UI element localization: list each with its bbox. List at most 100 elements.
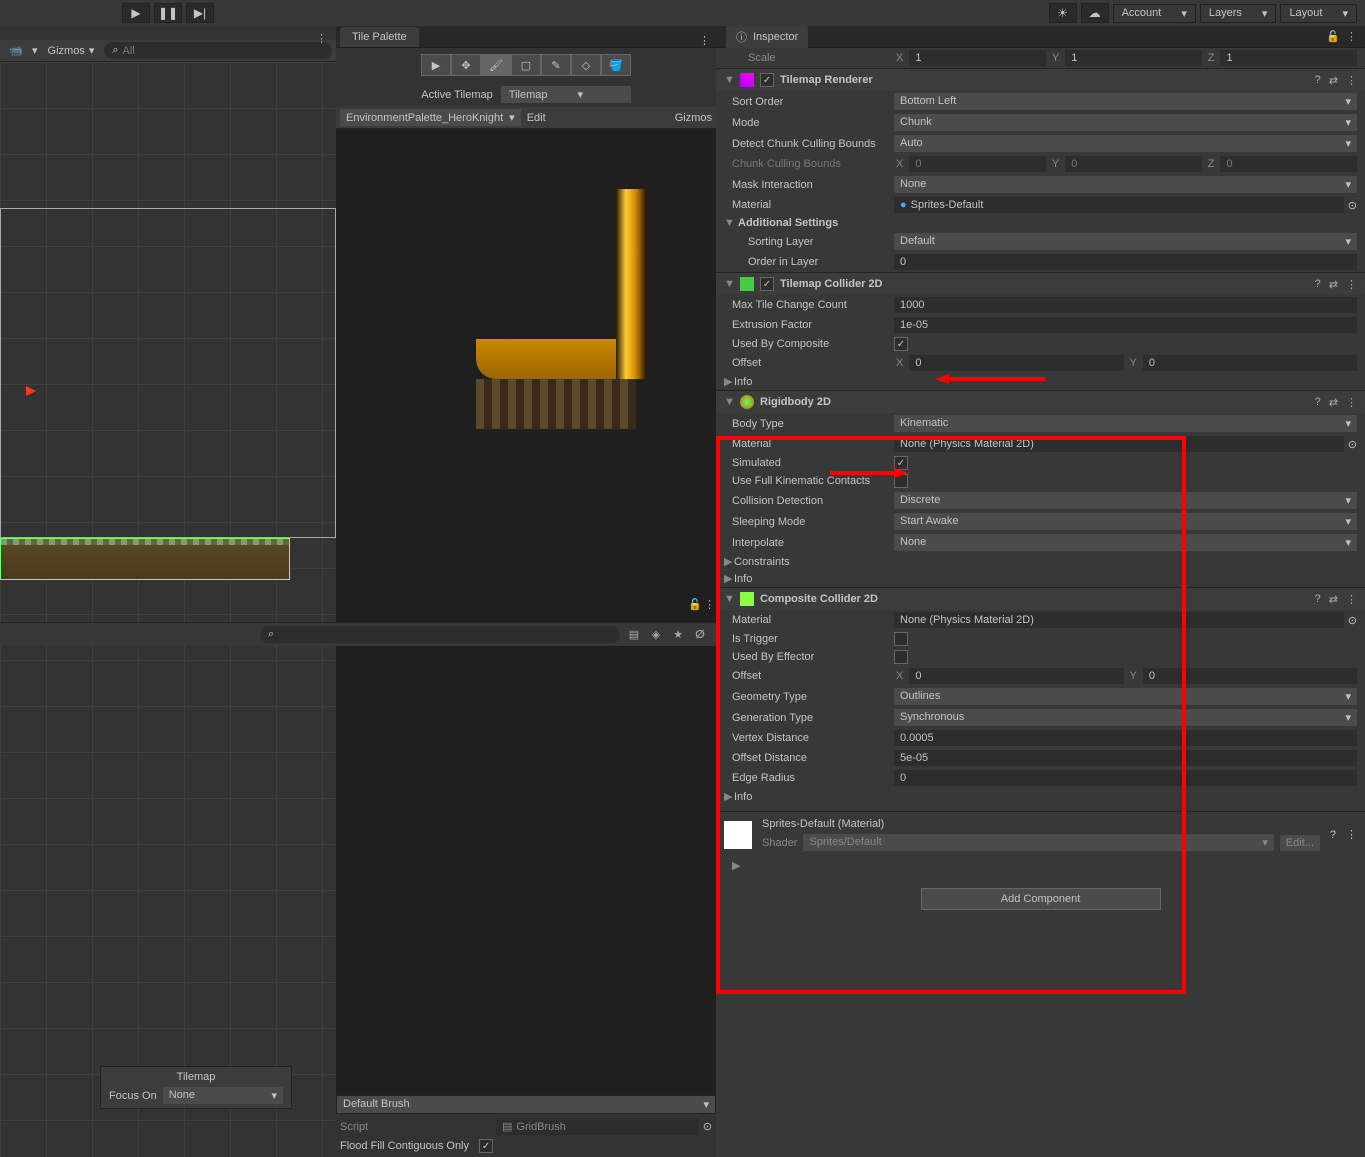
- move-tool[interactable]: ✥: [451, 54, 481, 76]
- gizmos-dropdown[interactable]: Gizmos ▾: [42, 42, 101, 59]
- scene-search[interactable]: ⌕ All: [104, 42, 332, 59]
- palette-dropdown[interactable]: EnvironmentPalette_HeroKnight▾: [340, 109, 521, 126]
- is-trigger-checkbox[interactable]: [894, 632, 908, 646]
- shader-dropdown[interactable]: Sprites/Default▾: [803, 834, 1273, 851]
- detect-dropdown[interactable]: Auto▾: [894, 135, 1357, 152]
- tilemap-renderer-header[interactable]: ▼ Tilemap Renderer ?⇄⋮: [716, 68, 1365, 91]
- panel-menu-icon-3[interactable]: ⋮: [316, 32, 327, 45]
- lock-icon[interactable]: 🔓: [1326, 30, 1340, 43]
- preset-icon[interactable]: ⇄: [1329, 278, 1338, 291]
- tile-palette-tab[interactable]: Tile Palette: [340, 27, 419, 47]
- collider-offset-x[interactable]: 0: [909, 355, 1123, 371]
- gizmos-label[interactable]: Gizmos: [675, 112, 712, 124]
- picker-tool[interactable]: ✎: [541, 54, 571, 76]
- object-picker-icon[interactable]: ⊙: [1348, 438, 1357, 451]
- sleep-dropdown[interactable]: Start Awake▾: [894, 513, 1357, 530]
- menu-icon[interactable]: ⋮: [1346, 593, 1357, 606]
- cloud-icon-button[interactable]: ☀: [1049, 3, 1077, 23]
- edit-shader-button[interactable]: Edit...: [1280, 835, 1320, 851]
- fill-tool[interactable]: 🪣: [601, 54, 631, 76]
- preset-icon[interactable]: ⇄: [1329, 593, 1338, 606]
- rb-material-field[interactable]: None (Physics Material 2D): [894, 436, 1344, 452]
- help-icon[interactable]: ?: [1315, 74, 1321, 87]
- project-search[interactable]: ⌕: [260, 626, 620, 643]
- tag-icon[interactable]: ◈: [648, 627, 664, 643]
- object-picker-icon[interactable]: ⊙: [703, 1120, 712, 1133]
- step-button[interactable]: ▶|: [186, 3, 214, 23]
- object-picker-icon[interactable]: ⊙: [1348, 614, 1357, 627]
- rigidbody-header[interactable]: ▼ Rigidbody 2D ?⇄⋮: [716, 390, 1365, 413]
- cc-offset-y[interactable]: 0: [1143, 668, 1357, 684]
- active-tilemap-dropdown[interactable]: Tilemap▾: [501, 86, 631, 103]
- tilemap-collider-header[interactable]: ▼ Tilemap Collider 2D ?⇄⋮: [716, 272, 1365, 295]
- sort-order-dropdown[interactable]: Bottom Left▾: [894, 93, 1357, 110]
- account-dropdown[interactable]: Account▾: [1113, 4, 1196, 23]
- help-icon[interactable]: ?: [1315, 278, 1321, 291]
- camera-icon[interactable]: 📹: [4, 43, 28, 59]
- pause-button[interactable]: ❚❚: [154, 3, 182, 23]
- sorting-layer-dropdown[interactable]: Default▾: [894, 233, 1357, 250]
- add-component-button[interactable]: Add Component: [921, 888, 1161, 910]
- preset-icon[interactable]: ⇄: [1329, 74, 1338, 87]
- menu-icon[interactable]: ⋮: [1346, 74, 1357, 87]
- focus-on-dropdown[interactable]: None▾: [163, 1087, 283, 1104]
- lock-icon-2[interactable]: 🔓: [688, 598, 702, 611]
- gen-dropdown[interactable]: Synchronous▾: [894, 709, 1357, 726]
- star-icon[interactable]: ★: [670, 627, 686, 643]
- cc-offset-x[interactable]: 0: [909, 668, 1123, 684]
- body-type-dropdown[interactable]: Kinematic▾: [894, 415, 1357, 432]
- brush-dropdown[interactable]: Default Brush▾: [336, 1095, 716, 1114]
- brush-tool[interactable]: 🖌: [481, 54, 511, 76]
- collider-offset-y[interactable]: 0: [1143, 355, 1357, 371]
- menu-icon[interactable]: ⋮: [1346, 396, 1357, 409]
- help-icon[interactable]: ?: [1330, 829, 1336, 841]
- material-field[interactable]: ●Sprites-Default: [894, 197, 1344, 213]
- inspector-tab[interactable]: ⓘ Inspector: [726, 25, 808, 49]
- scale-x[interactable]: 1: [909, 50, 1046, 66]
- mask-dropdown[interactable]: None▾: [894, 176, 1357, 193]
- hidden-icon[interactable]: ⵁ: [692, 627, 708, 643]
- composite-header[interactable]: ▼ Composite Collider 2D ?⇄⋮: [716, 587, 1365, 610]
- cloud-button[interactable]: ☁: [1081, 3, 1109, 23]
- scale-y[interactable]: 1: [1065, 50, 1202, 66]
- panel-menu-icon[interactable]: ⋮: [693, 34, 716, 47]
- menu-icon[interactable]: ⋮: [1346, 278, 1357, 291]
- erase-tool[interactable]: ◇: [571, 54, 601, 76]
- extrusion-field[interactable]: 1e-05: [894, 317, 1357, 333]
- panel-menu-icon-2[interactable]: ⋮: [704, 598, 715, 611]
- vertex-field[interactable]: 0.0005: [894, 730, 1357, 746]
- collision-dropdown[interactable]: Discrete▾: [894, 492, 1357, 509]
- layers-dropdown[interactable]: Layers▾: [1200, 4, 1277, 23]
- interpolate-dropdown[interactable]: None▾: [894, 534, 1357, 551]
- geom-dropdown[interactable]: Outlines▾: [894, 688, 1357, 705]
- offset-d-field[interactable]: 5e-05: [894, 750, 1357, 766]
- edit-button[interactable]: Edit: [521, 112, 552, 124]
- mode-dropdown[interactable]: Chunk▾: [894, 114, 1357, 131]
- renderer-enabled-checkbox[interactable]: [760, 73, 774, 87]
- collider-enabled-checkbox[interactable]: [760, 277, 774, 291]
- scene-viewport[interactable]: Tilemap Focus On None▾: [0, 62, 336, 1157]
- play-button[interactable]: ▶: [122, 3, 150, 23]
- menu-icon[interactable]: ⋮: [1346, 828, 1357, 841]
- help-icon[interactable]: ?: [1315, 593, 1321, 606]
- cc-material-field[interactable]: None (Physics Material 2D): [894, 612, 1344, 628]
- order-field[interactable]: 0: [894, 254, 1357, 270]
- palette-viewport[interactable]: [336, 129, 716, 1095]
- material-header[interactable]: Sprites-Default (Material) Shader Sprite…: [716, 811, 1365, 857]
- preset-icon[interactable]: ⇄: [1329, 396, 1338, 409]
- layout-dropdown[interactable]: Layout▾: [1280, 4, 1357, 23]
- panel-menu-icon[interactable]: ⋮: [1346, 30, 1357, 43]
- help-icon[interactable]: ?: [1315, 396, 1321, 409]
- edge-field[interactable]: 0: [894, 770, 1357, 786]
- annotation-arrow-1: [935, 374, 1045, 384]
- max-tile-field[interactable]: 1000: [894, 297, 1357, 313]
- filter-icon[interactable]: ▤: [626, 627, 642, 643]
- box-tool[interactable]: ▢: [511, 54, 541, 76]
- flood-fill-checkbox[interactable]: [479, 1139, 493, 1153]
- object-picker-icon[interactable]: ⊙: [1348, 199, 1357, 212]
- scale-z[interactable]: 1: [1220, 50, 1357, 66]
- focus-title: Tilemap: [109, 1071, 283, 1083]
- select-tool[interactable]: ▶: [421, 54, 451, 76]
- used-by-composite-checkbox[interactable]: [894, 337, 908, 351]
- used-by-effector-checkbox[interactable]: [894, 650, 908, 664]
